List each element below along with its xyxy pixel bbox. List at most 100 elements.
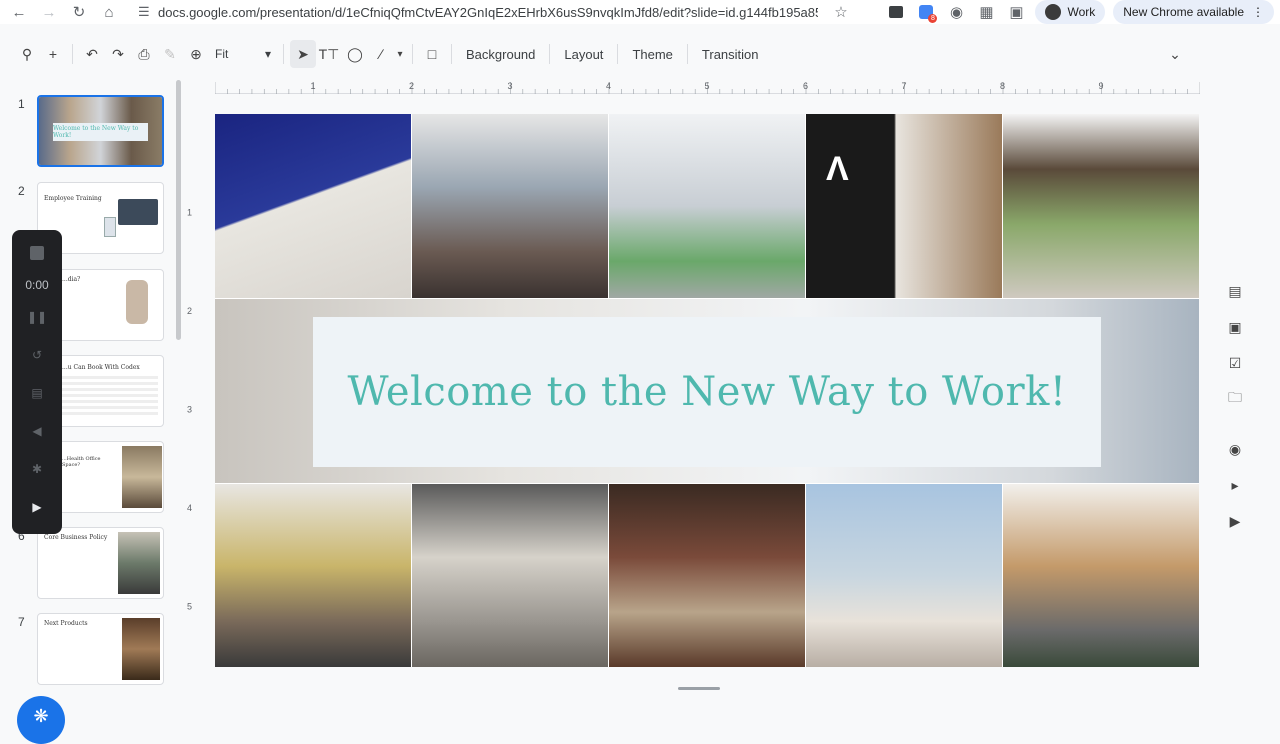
thumbnail-image (122, 618, 160, 680)
paint-format-icon[interactable]: ✎ (157, 40, 183, 68)
slide-number: 7 (18, 615, 25, 629)
logo-a-icon: Λ (826, 150, 849, 188)
present-icon[interactable]: ▶ (1225, 510, 1245, 532)
ruler-label: 4 (606, 81, 611, 91)
undo-icon[interactable]: ↶ (79, 40, 105, 68)
camera-toggle-icon[interactable]: ▶ (24, 494, 50, 520)
folder-icon[interactable]: 🗀 (1225, 388, 1245, 410)
layout-button[interactable]: Layout (556, 47, 611, 62)
main-slide[interactable]: Λ Welcome to the New Way to Work! (215, 114, 1199, 667)
editor-toolbar: ⚲ + ↶ ↷ ⎙ ✎ ⊕ Fit ▾ ➤ T⊤ ◯ ∕ ▾ □ Backgro… (14, 38, 1194, 70)
stop-icon[interactable] (24, 240, 50, 266)
avatar (1045, 4, 1062, 20)
horizontal-ruler: 1 2 3 4 5 6 7 8 9 (214, 80, 1201, 94)
comment-icon[interactable]: □ (419, 40, 445, 68)
office-photo (412, 484, 608, 667)
update-chrome-button[interactable]: New Chrome available ⋮ (1113, 0, 1274, 24)
back-icon[interactable]: ← (8, 1, 30, 23)
effects-icon[interactable]: ✱ (24, 456, 50, 482)
forward-icon[interactable]: → (38, 1, 60, 23)
divider (617, 44, 619, 64)
slide-thumbnail-6[interactable]: Core Business Policy (37, 527, 164, 599)
profile-button[interactable]: Work (1035, 0, 1106, 24)
office-photo (1003, 484, 1199, 667)
recording-time: 0:00 (25, 278, 49, 292)
reload-icon[interactable]: ↻ (68, 1, 90, 23)
bookmark-star-icon[interactable]: ☆ (830, 1, 852, 23)
ruler-label: 1 (187, 208, 192, 218)
divider (283, 44, 284, 64)
puzzle-icon[interactable]: ▦ (975, 1, 997, 23)
theme-button[interactable]: Theme (624, 47, 680, 62)
divider (549, 44, 551, 64)
vertical-ruler: 1 2 3 4 5 (184, 114, 198, 668)
collapse-toolbar-icon[interactable]: ⌄ (1162, 40, 1188, 68)
select-cursor-icon[interactable]: ➤ (290, 40, 316, 68)
speaker-notes-handle[interactable] (678, 687, 720, 690)
ruler-label: 2 (409, 81, 414, 91)
text-box-icon[interactable]: T⊤ (316, 40, 342, 68)
thumbnail-title: ...dia? (62, 276, 81, 283)
extension-badge-icon[interactable]: 8 (915, 1, 938, 23)
office-photo: Λ (806, 114, 1002, 298)
thumbnail-title: ...Health Office Space? (62, 456, 101, 468)
zoom-select[interactable]: Fit ▾ (209, 47, 277, 61)
delete-icon[interactable]: ▤ (24, 380, 50, 406)
redo-icon[interactable]: ↷ (105, 40, 131, 68)
extension-icon[interactable] (885, 1, 907, 23)
filmstrip-scrollbar[interactable] (176, 80, 181, 340)
zoom-label: Fit (215, 47, 229, 61)
ruler-label: 5 (187, 602, 192, 612)
thumbnail-title: Next Products (44, 620, 88, 627)
slide-number: 2 (18, 184, 25, 198)
ruler-label: 1 (311, 81, 316, 91)
title-banner: Welcome to the New Way to Work! (313, 317, 1101, 467)
thumbnail-image (122, 446, 162, 508)
transition-button[interactable]: Transition (694, 47, 767, 62)
slide-number: 1 (18, 97, 25, 111)
background-button[interactable]: Background (458, 47, 543, 62)
office-photo (609, 114, 805, 298)
calendar-icon[interactable]: ▤ (1225, 280, 1245, 302)
thumbnail-image (118, 532, 160, 594)
address-bar[interactable]: ☰ docs.google.com/presentation/d/1eCfniq… (130, 0, 860, 24)
slide-thumbnail-1[interactable]: Welcome to the New Way to Work! (37, 95, 164, 167)
thumbnail-image (104, 217, 116, 237)
office-photo (215, 484, 411, 667)
line-icon[interactable]: ∕ (368, 40, 394, 68)
line-caret-icon[interactable]: ▾ (394, 40, 406, 68)
restart-icon[interactable]: ↺ (24, 342, 50, 368)
ruler-label: 2 (187, 306, 192, 316)
pause-icon[interactable]: ❚❚ (24, 304, 50, 330)
divider (412, 44, 413, 64)
office-photo (412, 114, 608, 298)
site-settings-icon[interactable]: ☰ (138, 4, 150, 20)
search-menus-icon[interactable]: ⚲ (14, 40, 40, 68)
cast-icon[interactable]: ▣ (1005, 1, 1027, 23)
slide-title[interactable]: Welcome to the New Way to Work! (348, 369, 1067, 415)
tasks-icon[interactable]: ☑ (1225, 352, 1245, 374)
print-icon[interactable]: ⎙ (131, 40, 157, 68)
thumbnail-image (126, 280, 148, 324)
ruler-ticks: 1 2 3 4 5 6 7 8 9 (214, 81, 1201, 94)
browser-toolbar: ← → ↻ ⌂ ☰ docs.google.com/presentation/d… (0, 0, 1280, 24)
divider (686, 44, 688, 64)
new-slide-icon[interactable]: + (40, 40, 66, 68)
keep-icon[interactable]: ▣ (1225, 316, 1245, 338)
audio-icon[interactable]: ◀ (24, 418, 50, 444)
video-icon[interactable]: ▸ (1225, 474, 1245, 496)
record-icon[interactable]: ◉ (1225, 438, 1245, 460)
thumbnail-title: Employee Training (44, 195, 102, 202)
ruler-label: 4 (187, 503, 192, 513)
office-photo (609, 484, 805, 667)
zoom-icon[interactable]: ⊕ (183, 40, 209, 68)
ruler-label: 3 (508, 81, 513, 91)
camera-icon[interactable]: ◉ (945, 1, 967, 23)
thumbnail-table (62, 376, 158, 416)
image-shape-icon[interactable]: ◯ (342, 40, 368, 68)
divider (451, 44, 452, 64)
ruler-label: 8 (1000, 81, 1005, 91)
slide-thumbnail-7[interactable]: Next Products (37, 613, 164, 685)
home-icon[interactable]: ⌂ (98, 1, 120, 23)
assistant-fab-icon[interactable]: ❋ (17, 696, 65, 744)
